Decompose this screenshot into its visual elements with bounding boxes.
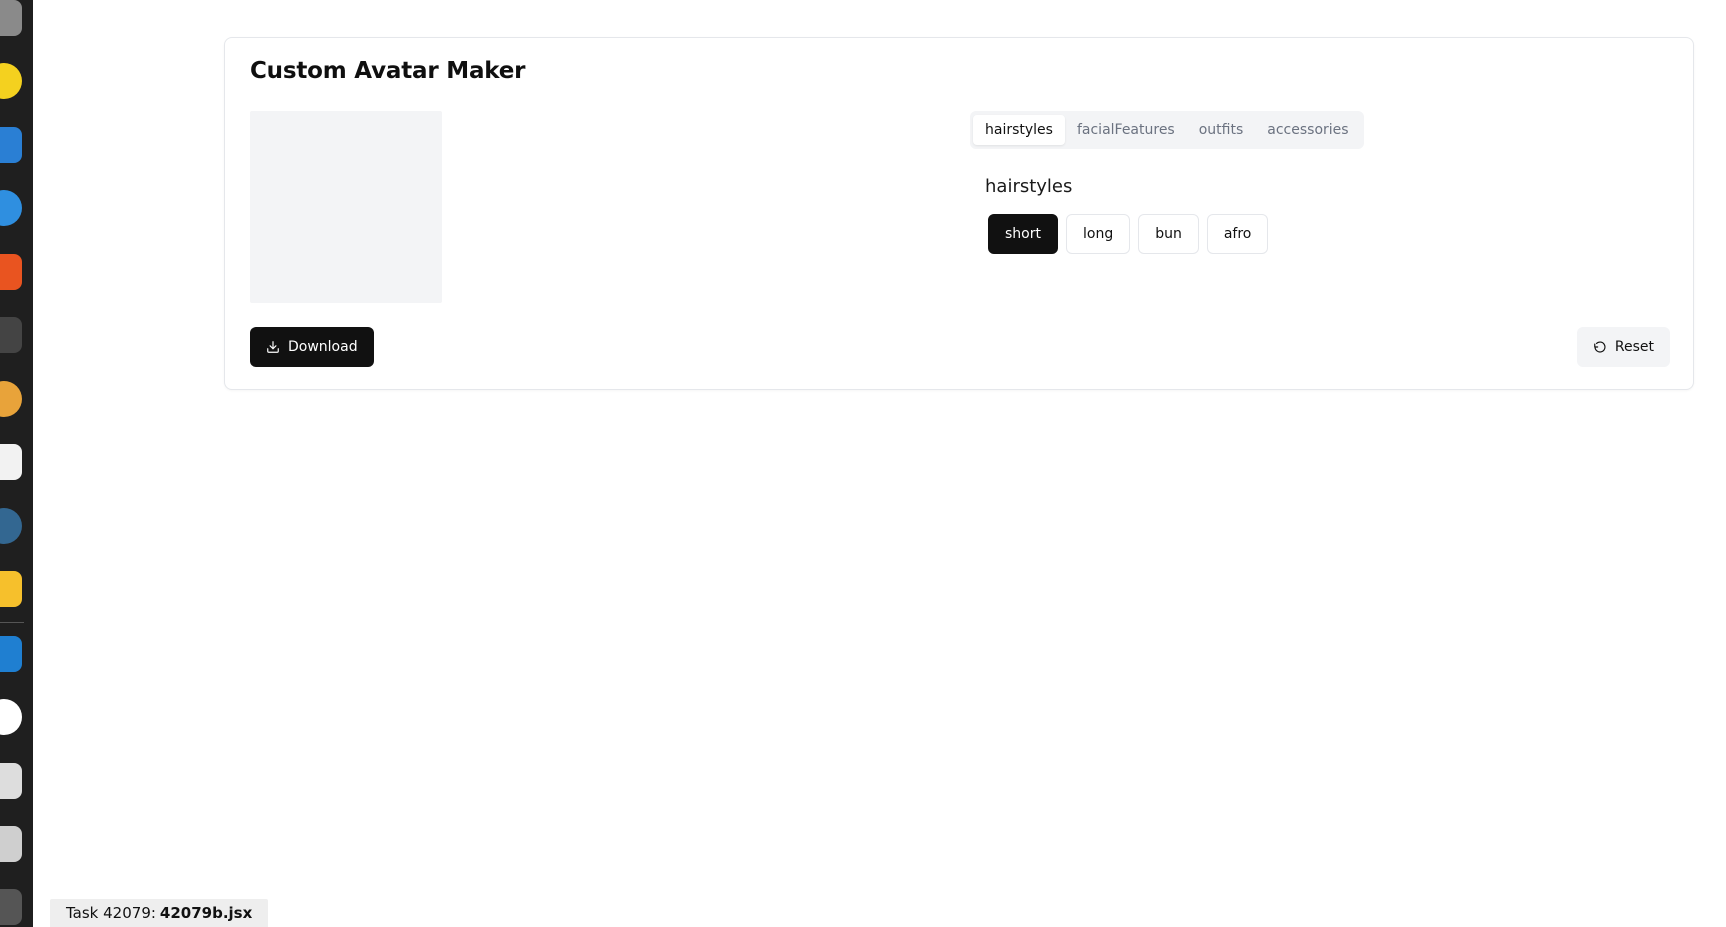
download-label: Download xyxy=(288,339,358,355)
tab-facial-features[interactable]: facialFeatures xyxy=(1065,115,1187,145)
software-center-app-icon[interactable] xyxy=(0,254,22,290)
task-label: Task 42079: 42079b.jsx xyxy=(50,899,269,927)
ubuntu-app-icon[interactable] xyxy=(0,889,22,925)
category-tabs: hairstyles facialFeatures outfits access… xyxy=(970,111,1364,149)
files-app-icon[interactable] xyxy=(0,0,22,36)
tab-accessories[interactable]: accessories xyxy=(1255,115,1360,145)
option-list: short long bun afro xyxy=(988,214,1269,254)
avatar-preview xyxy=(250,111,442,303)
slack-app-icon[interactable] xyxy=(0,699,22,735)
terminal-app-icon[interactable] xyxy=(0,317,22,353)
option-short-button[interactable]: short xyxy=(988,214,1058,254)
chrome-app-icon[interactable] xyxy=(0,381,22,417)
page-title: Custom Avatar Maker xyxy=(250,58,526,84)
text-editor-app-icon[interactable] xyxy=(0,444,22,480)
help-app-icon[interactable] xyxy=(0,190,22,226)
task-file: 42079b.jsx xyxy=(159,904,253,922)
reset-button[interactable]: Reset xyxy=(1576,327,1670,367)
undo-icon xyxy=(1593,340,1607,354)
writer-app-icon[interactable] xyxy=(0,127,22,163)
notes-app-icon[interactable] xyxy=(0,571,22,607)
tab-outfits[interactable]: outfits xyxy=(1187,115,1256,145)
postgres-app-icon[interactable] xyxy=(0,508,22,544)
recycle-app-icon[interactable] xyxy=(0,763,22,799)
task-prefix: Task 42079: xyxy=(66,904,156,922)
download-button[interactable]: Download xyxy=(250,327,374,367)
option-bun-button[interactable]: bun xyxy=(1138,214,1199,254)
rhythmbox-app-icon[interactable] xyxy=(0,63,22,99)
section-title: hairstyles xyxy=(985,176,1073,197)
app-dock xyxy=(0,0,33,927)
reset-label: Reset xyxy=(1614,339,1654,355)
tab-hairstyles[interactable]: hairstyles xyxy=(973,115,1065,145)
option-afro-button[interactable]: afro xyxy=(1206,214,1269,254)
download-icon xyxy=(266,340,280,354)
option-long-button[interactable]: long xyxy=(1065,214,1131,254)
search-app-icon[interactable] xyxy=(0,826,22,862)
dock-separator xyxy=(0,622,24,623)
vscode-app-icon[interactable] xyxy=(0,636,22,672)
avatar-maker-card: Custom Avatar Maker hairstyles facialFea… xyxy=(224,37,1694,390)
